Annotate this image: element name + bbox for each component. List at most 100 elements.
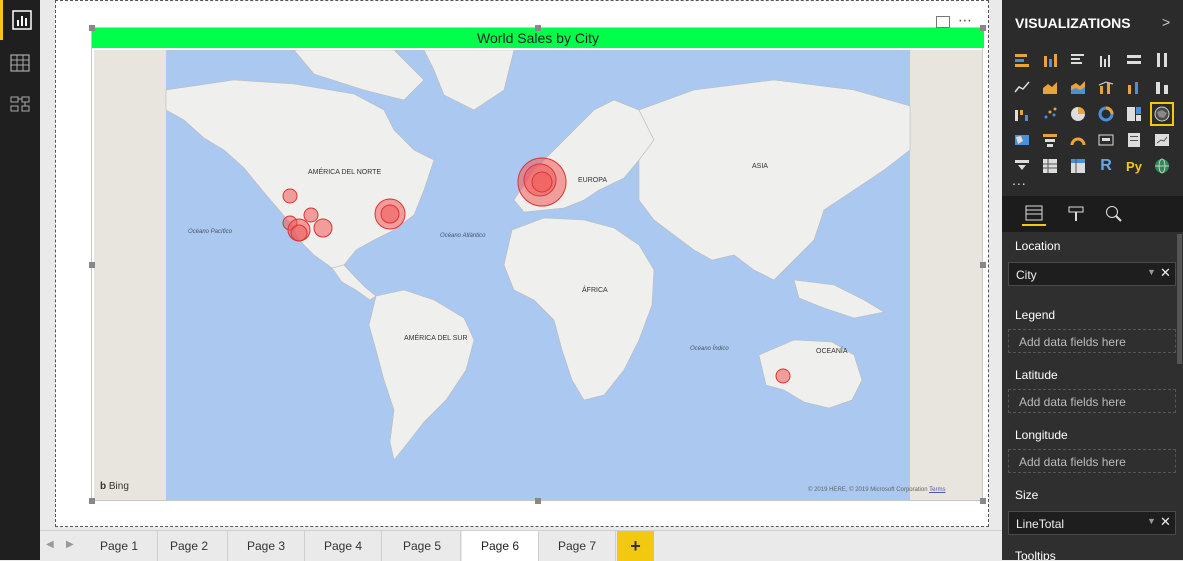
globe-icon[interactable]: [1152, 156, 1172, 176]
matrix-icon[interactable]: [1068, 156, 1088, 176]
kpi-icon[interactable]: [1152, 130, 1172, 150]
bing-label: Bing: [108, 481, 129, 492]
tab-page-7[interactable]: Page 7: [539, 531, 616, 561]
tab-page-3[interactable]: Page 3: [228, 531, 305, 561]
resize-handle[interactable]: [980, 498, 986, 504]
latitude-drop-zone[interactable]: Add data fields here: [1008, 389, 1176, 413]
line-and-clustered-column-icon[interactable]: [1124, 77, 1144, 97]
copyright-text: © 2019 HERE, © 2019 Microsoft Corporatio…: [808, 487, 928, 493]
tab-scroll-left-icon[interactable]: ◀: [46, 539, 54, 550]
line-chart-icon[interactable]: [1012, 77, 1032, 97]
area-chart-icon[interactable]: [1040, 77, 1060, 97]
resize-handle[interactable]: [89, 498, 95, 504]
tab-scroll-right-icon[interactable]: ▶: [66, 539, 74, 550]
city-bubble[interactable]: [290, 224, 308, 242]
resize-handle[interactable]: [89, 262, 95, 268]
resize-handle[interactable]: [535, 25, 541, 31]
visual-title: World Sales by City: [92, 28, 984, 48]
magnifier-chart-icon: [1106, 206, 1122, 222]
stacked-bar-chart-icon[interactable]: [1012, 50, 1032, 70]
dropdown-chevron-icon[interactable]: ▼: [1147, 267, 1156, 277]
focus-mode-icon[interactable]: [936, 16, 950, 28]
more-options-icon[interactable]: ⋯: [958, 12, 973, 29]
legend-drop-zone[interactable]: Add data fields here: [1008, 329, 1176, 353]
resize-handle[interactable]: [535, 498, 541, 504]
label-north-america: AMÉRICA DEL NORTE: [308, 167, 381, 176]
label-oceania: OCEANÍA: [816, 346, 848, 355]
funnel-icon[interactable]: [1040, 130, 1060, 150]
python-visual-icon[interactable]: Py: [1124, 156, 1144, 176]
resize-handle[interactable]: [89, 25, 95, 31]
waterfall-chart-icon[interactable]: [1012, 104, 1032, 124]
report-page[interactable]: World Sales by City ⋯ AMÉRICA DEL NORTE …: [55, 0, 989, 527]
size-field[interactable]: LineTotal ▼ ✕: [1008, 511, 1176, 535]
city-bubble[interactable]: [303, 207, 319, 223]
label-indian: Océano Índico: [690, 345, 729, 352]
remove-field-icon[interactable]: ✕: [1160, 265, 1171, 281]
city-bubble[interactable]: [313, 218, 333, 238]
label-asia: ASIA: [752, 163, 768, 170]
clustered-column-chart-icon[interactable]: [1096, 50, 1116, 70]
report-view-button[interactable]: [0, 0, 40, 40]
card-icon[interactable]: [1096, 130, 1116, 150]
panel-tool-tabs: [1002, 196, 1183, 232]
tab-page-5[interactable]: Page 5: [384, 531, 461, 561]
table-icon: [10, 54, 30, 72]
more-visuals-button[interactable]: ...: [1012, 172, 1027, 188]
multi-row-card-icon[interactable]: [1124, 130, 1144, 150]
label-south-america: AMÉRICA DEL SUR: [404, 333, 468, 342]
label-africa: ÁFRICA: [582, 285, 608, 294]
legend-label: Legend: [1015, 308, 1056, 322]
model-view-button[interactable]: [0, 84, 40, 124]
filled-map-icon[interactable]: [1012, 130, 1032, 150]
gauge-icon[interactable]: [1068, 130, 1088, 150]
table-visual-icon[interactable]: [1040, 156, 1060, 176]
resize-handle[interactable]: [980, 262, 986, 268]
fields-icon: [1025, 205, 1043, 221]
resize-handle[interactable]: [980, 25, 986, 31]
pie-chart-icon[interactable]: [1068, 104, 1088, 124]
terms-link[interactable]: Terms: [929, 487, 945, 493]
ribbon-chart-icon[interactable]: [1152, 77, 1172, 97]
format-tab[interactable]: [1064, 202, 1088, 226]
data-view-button[interactable]: [0, 43, 40, 83]
r-visual-icon[interactable]: R: [1096, 156, 1116, 176]
longitude-label: Longitude: [1015, 428, 1068, 442]
stacked-area-chart-icon[interactable]: [1068, 77, 1088, 97]
bing-logo: b Bing: [100, 481, 129, 492]
stacked-column-chart-icon[interactable]: [1040, 50, 1060, 70]
world-map: AMÉRICA DEL NORTE EUROPA ASIA ÁFRICA AMÉ…: [94, 50, 982, 500]
left-nav: [0, 0, 40, 560]
longitude-drop-zone[interactable]: Add data fields here: [1008, 449, 1176, 473]
100-stacked-bar-icon[interactable]: [1124, 50, 1144, 70]
tab-page-2[interactable]: Page 2: [151, 531, 228, 561]
100-stacked-column-icon[interactable]: [1152, 50, 1172, 70]
collapse-chevron-icon[interactable]: >: [1162, 14, 1170, 30]
label-atlantic: Océano Atlántico: [440, 233, 486, 239]
fields-tab[interactable]: [1022, 202, 1046, 226]
donut-chart-icon[interactable]: [1096, 104, 1116, 124]
map-visual[interactable]: World Sales by City ⋯ AMÉRICA DEL NORTE …: [89, 12, 986, 504]
panel-scrollbar[interactable]: [1177, 234, 1182, 364]
location-field[interactable]: City ▼ ✕: [1008, 262, 1176, 286]
city-bubble[interactable]: [531, 171, 553, 193]
line-and-column-chart-icon[interactable]: [1096, 77, 1116, 97]
analytics-tab[interactable]: [1102, 202, 1126, 226]
tab-page-1[interactable]: Page 1: [81, 531, 158, 561]
dropdown-chevron-icon[interactable]: ▼: [1147, 516, 1156, 526]
scatter-chart-icon[interactable]: [1040, 104, 1060, 124]
city-bubble[interactable]: [380, 204, 400, 224]
add-page-button[interactable]: +: [617, 531, 654, 561]
tab-page-6[interactable]: Page 6: [462, 531, 539, 561]
city-bubble[interactable]: [282, 188, 298, 204]
field-wells: Location City ▼ ✕ Legend Add data fields…: [1002, 232, 1183, 560]
location-label: Location: [1015, 239, 1061, 253]
size-label: Size: [1015, 488, 1039, 502]
tab-page-4[interactable]: Page 4: [305, 531, 382, 561]
map-visual-icon[interactable]: [1150, 102, 1174, 126]
remove-field-icon[interactable]: ✕: [1160, 514, 1171, 530]
map-area[interactable]: AMÉRICA DEL NORTE EUROPA ASIA ÁFRICA AMÉ…: [94, 50, 982, 500]
city-bubble[interactable]: [775, 368, 791, 384]
clustered-bar-chart-icon[interactable]: [1068, 50, 1088, 70]
treemap-icon[interactable]: [1124, 104, 1144, 124]
